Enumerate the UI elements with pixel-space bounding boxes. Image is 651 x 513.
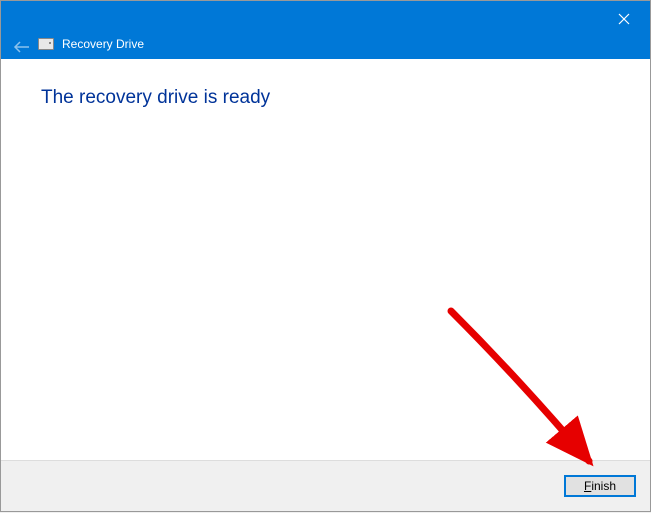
page-heading: The recovery drive is ready — [41, 87, 610, 109]
drive-icon — [38, 38, 54, 50]
finish-label-rest: inish — [591, 479, 616, 493]
close-button[interactable] — [610, 9, 638, 29]
content-area: The recovery drive is ready — [1, 59, 650, 461]
back-arrow-icon — [13, 41, 31, 53]
window-title: Recovery Drive — [62, 37, 144, 51]
back-button[interactable] — [11, 39, 33, 55]
finish-button[interactable]: Finish — [564, 475, 636, 497]
close-icon — [618, 13, 630, 25]
window-title-area: Recovery Drive — [38, 37, 144, 51]
footer-bar: Finish — [1, 460, 650, 511]
titlebar: Recovery Drive — [1, 1, 650, 59]
